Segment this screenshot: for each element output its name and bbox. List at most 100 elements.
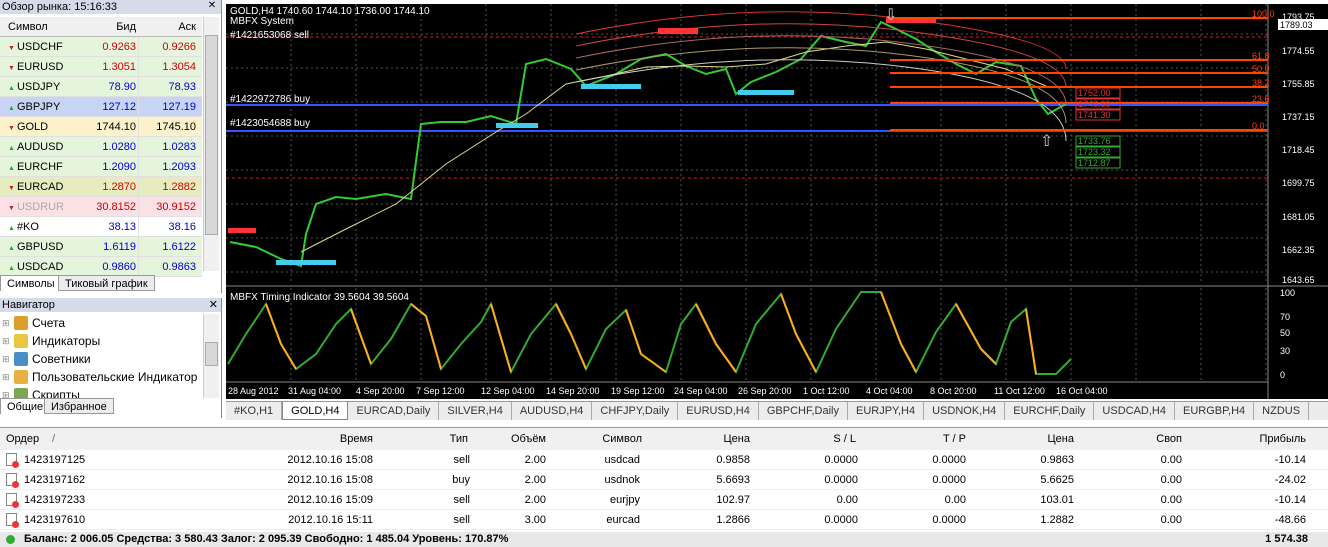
order-tp: 0.0000 [932, 454, 966, 466]
order-time: 2012.10.16 15:09 [287, 494, 373, 506]
order-symbol: usdcad [604, 454, 640, 466]
ask-value: 0.9863 [138, 257, 200, 276]
chart-tab[interactable]: CHFJPY,Daily [592, 402, 679, 420]
price-tick: 1681.05 [1282, 212, 1315, 222]
order-sl: 0.0000 [824, 514, 858, 526]
chart-tab[interactable]: GOLD,H4 [282, 402, 349, 420]
symbol-row[interactable]: ▼ EURUSD 1.3051 1.3054 [0, 57, 202, 77]
chart-tab[interactable]: GBPCHF,Daily [759, 402, 848, 420]
chart-tab[interactable]: NZDUS [1254, 402, 1310, 420]
symbol-row[interactable]: ▼ USDCHF 0.9263 0.9266 [0, 37, 202, 57]
col-symbol[interactable]: Символ [602, 428, 642, 450]
order-swap: 0.00 [1160, 474, 1182, 486]
order-current-price: 5.6625 [1040, 474, 1074, 486]
order-icon [6, 493, 19, 508]
down-arrow-icon: ▼ [8, 205, 15, 212]
symbol-row[interactable]: ▼ EURCAD 1.2870 1.2882 [0, 177, 202, 197]
chart-tab[interactable]: EURCAD,Daily [348, 402, 440, 420]
navigator-scrollbar[interactable] [203, 314, 219, 398]
navigator-item[interactable]: ⊞ Индикаторы [2, 332, 100, 350]
symbol-name: ▲ AUDUSD [0, 137, 80, 156]
tab-favorites[interactable]: Избранное [44, 398, 114, 414]
navigator-item[interactable]: ⊞ Советники [2, 350, 91, 368]
symbol-name: ▼ USDRUR [0, 197, 80, 216]
time-tick: 8 Oct 20:00 [930, 386, 977, 396]
close-icon[interactable]: ✕ [209, 298, 218, 311]
chart-tab[interactable]: EURGBP,H4 [1175, 402, 1255, 420]
col-volume[interactable]: Объём [511, 428, 546, 450]
expand-icon[interactable]: ⊞ [2, 332, 14, 350]
navigator-label: Индикаторы [32, 334, 101, 348]
symbol-row[interactable]: ▲ USDJPY 78.90 78.93 [0, 77, 202, 97]
ask-value: 0.9266 [138, 37, 200, 56]
col-tp[interactable]: T / P [943, 428, 966, 450]
order-row[interactable]: 1423197233 2012.10.16 15:09 sell 2.00 eurjpy… [0, 490, 1328, 510]
symbol-row[interactable]: ▼ GOLD 1744.10 1745.10 [0, 117, 202, 137]
tab-common[interactable]: Общие [0, 398, 51, 414]
status-icon [6, 535, 15, 544]
ask-value: 38.16 [138, 217, 200, 236]
chart-tab[interactable]: #KO,H1 [226, 402, 283, 420]
col-type[interactable]: Тип [450, 428, 468, 450]
chart-tab[interactable]: EURUSD,H4 [678, 402, 759, 420]
chart-tab[interactable]: AUDUSD,H4 [512, 402, 593, 420]
chart-tab[interactable]: SILVER,H4 [439, 402, 512, 420]
col-swap[interactable]: Своп [1156, 428, 1182, 450]
symbol-text: EURUSD [16, 61, 64, 73]
time-tick: 19 Sep 12:00 [611, 386, 665, 396]
symbol-name: ▲ USDJPY [0, 77, 80, 96]
navigator-label: Счета [32, 316, 66, 330]
col-sl[interactable]: S / L [833, 428, 856, 450]
order-price: 0.9858 [716, 454, 750, 466]
down-arrow-icon: ▼ [8, 65, 15, 72]
time-tick: 12 Sep 04:00 [481, 386, 535, 396]
indicator-tick: 100 [1280, 288, 1295, 298]
col-bid[interactable]: Бид [80, 17, 138, 36]
chart-tab[interactable]: USDNOK,H4 [924, 402, 1006, 420]
chart-tab[interactable]: USDCAD,H4 [1094, 402, 1175, 420]
symbol-row[interactable]: ▲ GBPUSD 1.6119 1.6122 [0, 237, 202, 257]
chart-canvas[interactable]: GOLD,H4 1740.60 1744.10 1736.00 1744.10 … [226, 4, 1328, 399]
order-row[interactable]: 1423197125 2012.10.16 15:08 sell 2.00 usdcad… [0, 450, 1328, 470]
chart-tab[interactable]: EURJPY,H4 [848, 402, 925, 420]
symbol-text: GBPUSD [16, 241, 64, 253]
tab-symbols[interactable]: Символы [0, 275, 62, 291]
col-symbol[interactable]: Символ [0, 17, 80, 36]
fib-level-label: 23.6 [1252, 94, 1270, 104]
scroll-thumb[interactable] [205, 342, 218, 366]
symbol-row[interactable]: ▲ EURCHF 1.2090 1.2093 [0, 157, 202, 177]
expand-icon[interactable]: ⊞ [2, 350, 14, 368]
col-time[interactable]: Время [340, 428, 373, 450]
indicators-icon [14, 334, 28, 348]
symbol-row[interactable]: ▲ AUDUSD 1.0280 1.0283 [0, 137, 202, 157]
symbol-row[interactable]: ▼ USDRUR 30.8152 30.9152 [0, 197, 202, 217]
navigator-item[interactable]: ⊞ Пользовательские Индикатор [2, 368, 197, 386]
symbol-row[interactable]: ▲ USDCAD 0.9860 0.9863 [0, 257, 202, 277]
tab-tick-chart[interactable]: Тиковый график [58, 275, 155, 291]
col-ask[interactable]: Аск [138, 17, 200, 36]
expand-icon[interactable]: ⊞ [2, 314, 14, 332]
symbol-text: EURCAD [16, 181, 64, 193]
order-price: 1.2866 [716, 514, 750, 526]
symbol-row[interactable]: ▲ GBPJPY 127.12 127.19 [0, 97, 202, 117]
scroll-thumb[interactable] [205, 35, 218, 235]
bid-value: 1744.10 [96, 121, 136, 133]
col-order[interactable]: Ордер [6, 428, 39, 450]
col-profit[interactable]: Прибыль [1259, 428, 1306, 450]
order-type: sell [453, 454, 470, 466]
navigator-item[interactable]: ⊞ Счета [2, 314, 65, 332]
col-price[interactable]: Цена [724, 428, 750, 450]
col-current-price[interactable]: Цена [1048, 428, 1074, 450]
symbol-row[interactable]: ▲ #KO 38.13 38.16 [0, 217, 202, 237]
market-watch-scrollbar[interactable] [203, 17, 219, 271]
order-row[interactable]: 1423197610 2012.10.16 15:11 sell 3.00 eurcad… [0, 510, 1328, 530]
time-tick: 28 Aug 2012 [228, 386, 279, 396]
order-price: 5.6693 [716, 474, 750, 486]
chart-tab[interactable]: EURCHF,Daily [1005, 402, 1095, 420]
expand-icon[interactable]: ⊞ [2, 368, 14, 386]
indicator-tick: 30 [1280, 346, 1290, 356]
price-chart[interactable]: GOLD,H4 1740.60 1744.10 1736.00 1744.10 … [226, 4, 1328, 399]
order-row[interactable]: 1423197162 2012.10.16 15:08 buy 2.00 usdnok 5… [0, 470, 1328, 490]
close-icon[interactable]: ✕ [206, 0, 218, 12]
ask-value: 78.93 [138, 77, 200, 96]
